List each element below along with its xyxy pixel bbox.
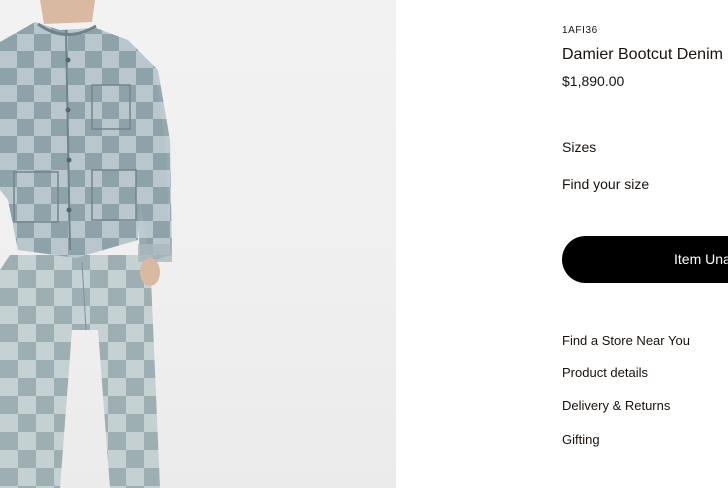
product-details-link[interactable]: Product details (562, 365, 648, 380)
product-image[interactable] (0, 0, 396, 488)
product-price: $1,890.00 (562, 73, 625, 89)
model-outfit-illustration (0, 0, 172, 488)
gifting-link[interactable]: Gifting (562, 432, 600, 447)
product-page: 1AFI36 Damier Bootcut Denim Pants $1,890… (0, 0, 728, 488)
sizes-label: Sizes (562, 139, 597, 155)
item-unavailable-label: Item Unavailable (674, 251, 728, 267)
product-title: Damier Bootcut Denim Pants (562, 46, 728, 63)
item-unavailable-button[interactable]: Item Unavailable (562, 236, 728, 283)
find-your-size-link[interactable]: Find your size (562, 176, 649, 192)
find-store-link[interactable]: Find a Store Near You (562, 333, 690, 348)
product-sku: 1AFI36 (562, 25, 598, 36)
product-info-panel: 1AFI36 Damier Bootcut Denim Pants $1,890… (562, 0, 728, 488)
delivery-returns-link[interactable]: Delivery & Returns (562, 398, 670, 413)
